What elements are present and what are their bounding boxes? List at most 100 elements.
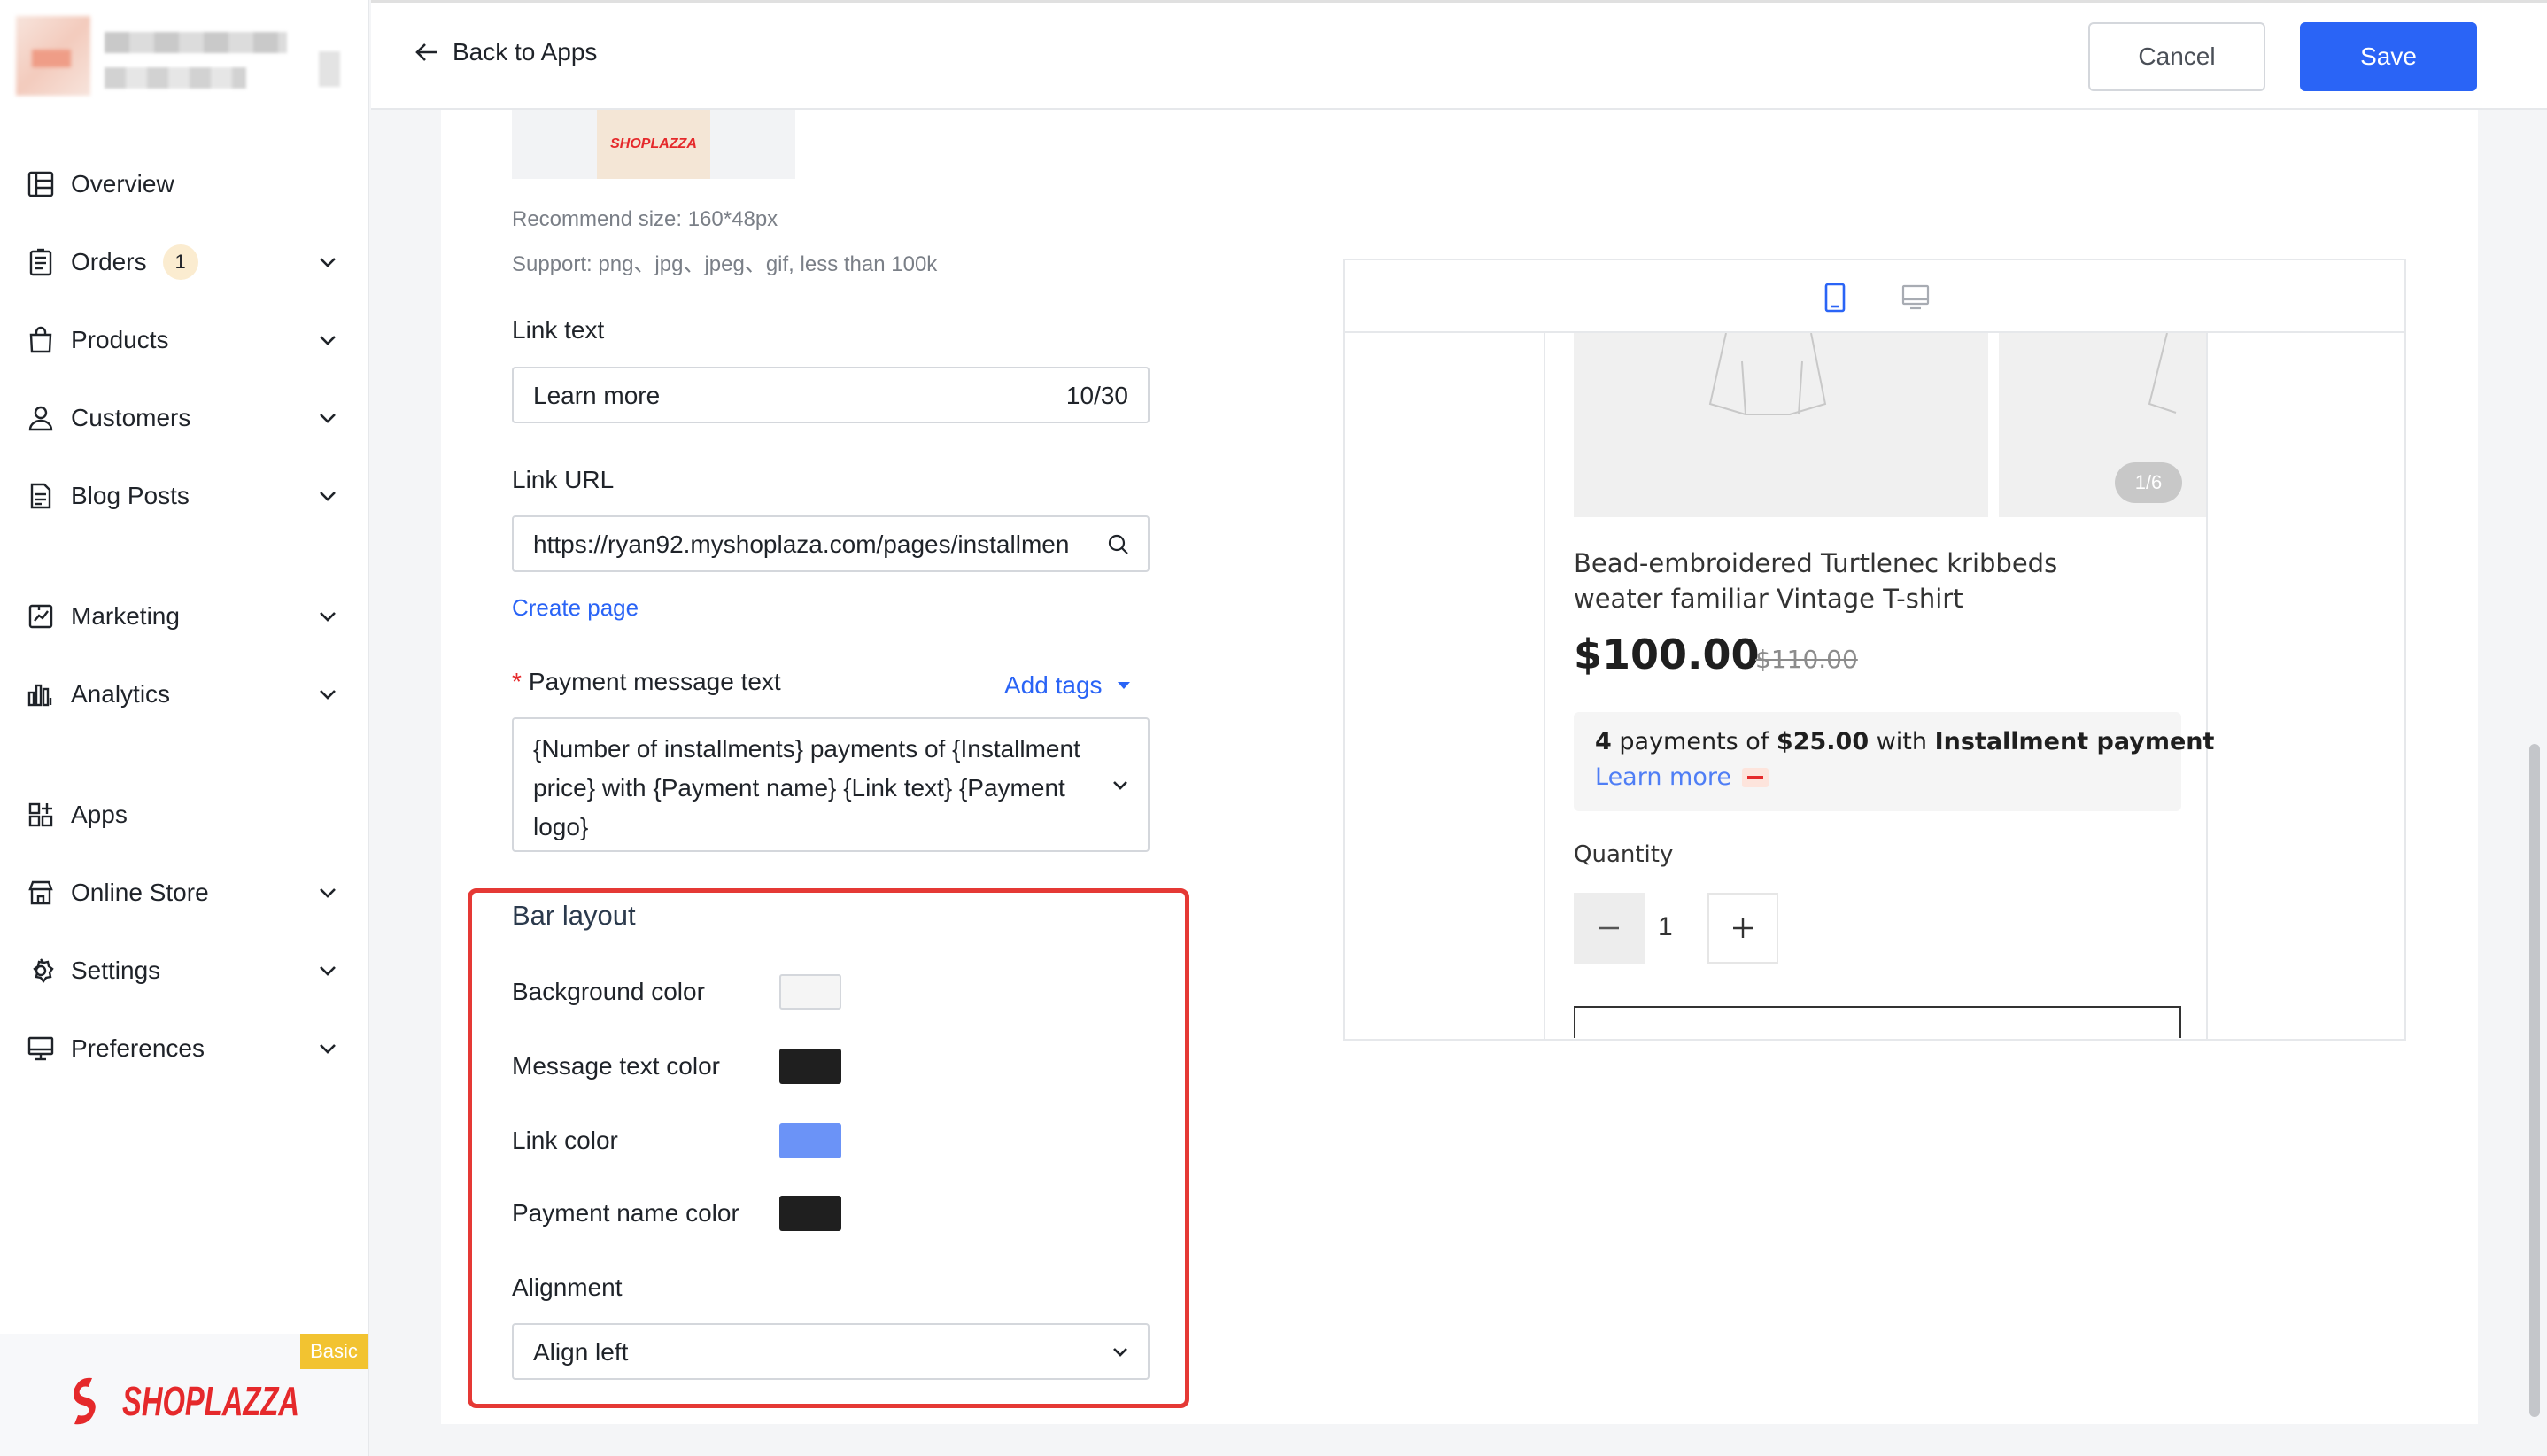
sidebar-item-analytics[interactable]: Analytics — [25, 670, 344, 719]
orders-icon — [25, 246, 57, 278]
sidebar-item-customers[interactable]: Customers — [25, 393, 344, 443]
link-color-label: Link color — [512, 1127, 618, 1154]
link-text-value: Learn more — [533, 382, 661, 409]
chevron-down-icon[interactable] — [315, 250, 340, 275]
alignment-label: Alignment — [512, 1274, 623, 1301]
store-switcher[interactable] — [16, 16, 340, 113]
minus-icon — [1599, 926, 1619, 930]
sidebar-item-label: Customers — [71, 404, 191, 431]
original-price: $110.00 — [1755, 645, 1858, 674]
sidebar-item-label: Marketing — [71, 602, 180, 630]
svg-text:SHOPLAZZA: SHOPLAZZA — [122, 1378, 299, 1424]
support-format-hint: Support: png、jpg、jpeg、gif, less than 100… — [512, 252, 938, 276]
link-url-value: https://ryan92.myshoplaza.com/pages/inst… — [533, 531, 1070, 558]
create-page-link[interactable]: Create page — [512, 594, 639, 622]
link-text-input[interactable]: Learn more 10/30 — [512, 367, 1150, 423]
payment-message-select[interactable]: {Number of installments} payments of {In… — [512, 717, 1150, 852]
payment-logo-preview[interactable]: SHOPLAZZA — [512, 110, 795, 179]
top-bar: Back to Apps Cancel Save — [371, 0, 2547, 110]
sidebar-item-apps[interactable]: Apps — [25, 790, 344, 840]
recommend-size-hint: Recommend size: 160*48px — [512, 207, 778, 231]
payment-message-label: * Payment message text — [512, 668, 781, 695]
sidebar-item-overview[interactable]: Overview — [25, 159, 344, 209]
sidebar-item-label: Settings — [71, 956, 161, 984]
save-button[interactable]: Save — [2300, 22, 2477, 91]
search-icon[interactable] — [1107, 533, 1130, 556]
product-image — [1574, 333, 1988, 517]
cancel-button[interactable]: Cancel — [2088, 22, 2265, 91]
chevron-down-icon[interactable] — [315, 682, 340, 707]
sidebar-item-blog-posts[interactable]: Blog Posts — [25, 471, 344, 521]
store-menu-blurred — [319, 51, 340, 87]
link-text-counter: 10/30 — [1065, 382, 1128, 409]
sidebar-item-settings[interactable]: Settings — [25, 946, 344, 995]
product-title: Bead-embroidered Turtlenec kribbeds weat… — [1574, 548, 2058, 614]
sidebar-item-online-store[interactable]: Online Store — [25, 868, 344, 918]
sidebar-item-label: Preferences — [71, 1034, 205, 1062]
brand-footer: Basic SHOPLAZZA — [0, 1334, 368, 1456]
chevron-down-icon[interactable] — [315, 604, 340, 629]
sidebar-item-orders[interactable]: Orders 1 — [25, 237, 344, 287]
sidebar-item-label: Products — [71, 326, 169, 353]
add-to-cart-button[interactable] — [1574, 1006, 2181, 1038]
quantity-increase-button[interactable] — [1707, 893, 1778, 964]
chevron-down-icon — [1113, 1348, 1127, 1357]
chevron-down-icon — [1113, 781, 1127, 790]
background-color-label: Background color — [512, 978, 705, 1005]
sidebar: Overview Orders 1 Products Customers Blo… — [0, 0, 369, 1456]
sidebar-item-marketing[interactable]: Marketing — [25, 592, 344, 641]
message-text-color-swatch[interactable] — [779, 1049, 841, 1084]
sidebar-item-products[interactable]: Products — [25, 315, 344, 365]
products-icon — [25, 324, 57, 356]
image-pager: 1/6 — [2115, 462, 2182, 503]
add-tags-dropdown[interactable]: Add tags — [1004, 671, 1133, 700]
chevron-down-icon[interactable] — [315, 880, 340, 905]
shoplazza-logo: SHOPLAZZA — [74, 1377, 299, 1425]
sidebar-item-preferences[interactable]: Preferences — [25, 1024, 344, 1073]
back-label: Back to Apps — [453, 38, 598, 66]
sidebar-item-label: Overview — [71, 170, 174, 197]
quantity-value[interactable]: 1 — [1658, 912, 1673, 942]
link-color-swatch[interactable] — [779, 1123, 841, 1158]
chevron-down-icon[interactable] — [315, 328, 340, 352]
chevron-down-icon[interactable] — [315, 406, 340, 430]
message-text-color-label: Message text color — [512, 1052, 720, 1080]
background-color-swatch[interactable] — [779, 974, 841, 1010]
chevron-down-icon[interactable] — [315, 1036, 340, 1061]
overview-icon — [25, 168, 57, 200]
store-avatar — [16, 16, 90, 96]
link-url-label: Link URL — [512, 466, 615, 493]
payment-message-value: {Number of installments} payments of {In… — [533, 735, 1080, 840]
sidebar-item-label: Analytics — [71, 680, 171, 708]
page-scrollbar[interactable] — [2529, 744, 2540, 1417]
apps-icon — [25, 799, 57, 831]
link-text-label: Link text — [512, 316, 605, 344]
gear-icon — [25, 955, 57, 987]
payment-logo-image: SHOPLAZZA — [597, 110, 710, 179]
link-url-input[interactable]: https://ryan92.myshoplaza.com/pages/inst… — [512, 515, 1150, 572]
sidebar-item-label: Apps — [71, 801, 128, 828]
payment-name-color-swatch[interactable] — [779, 1196, 841, 1231]
installment-message: 4 payments of $25.00 with Installment pa… — [1595, 728, 2215, 755]
store-icon — [25, 877, 57, 909]
desktop-view-icon[interactable] — [1900, 282, 1932, 314]
chevron-down-icon[interactable] — [315, 484, 340, 508]
bar-layout-title: Bar layout — [512, 900, 636, 931]
quantity-decrease-button[interactable] — [1574, 893, 1645, 964]
product-price: $100.00 — [1574, 631, 1760, 678]
installment-learn-more-link[interactable]: Learn more — [1595, 763, 1769, 791]
payment-name-color-label: Payment name color — [512, 1199, 739, 1227]
blog-icon — [25, 480, 57, 512]
device-toggle-bar — [1345, 260, 2404, 333]
sidebar-item-label: Blog Posts — [71, 482, 190, 509]
required-asterisk: * — [512, 668, 522, 695]
chevron-down-icon[interactable] — [315, 958, 340, 983]
store-name-blurred — [105, 32, 287, 53]
mobile-view-icon[interactable] — [1820, 282, 1850, 314]
storefront-preview — [1343, 259, 2406, 1041]
back-to-apps-link[interactable]: Back to Apps — [414, 38, 597, 66]
quantity-label: Quantity — [1574, 841, 1674, 868]
alignment-select[interactable]: Align left — [512, 1323, 1150, 1380]
payment-logo-icon — [1741, 767, 1769, 787]
caret-down-icon — [1117, 682, 1130, 689]
